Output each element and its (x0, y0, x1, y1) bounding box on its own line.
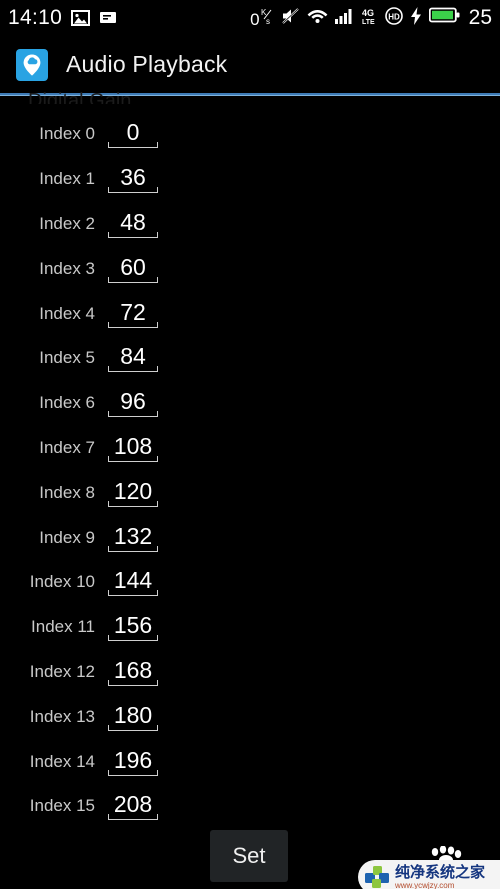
index-row-label: Index 6 (39, 393, 95, 413)
message-icon (99, 11, 117, 25)
input-underline (108, 545, 158, 552)
index-value-input[interactable]: 84 (108, 344, 158, 373)
input-underline (108, 635, 158, 642)
input-underline (108, 321, 158, 328)
index-row-label: Index 13 (29, 706, 95, 726)
index-row: Index 3 60 (0, 246, 500, 291)
input-underline (108, 679, 158, 686)
index-row: Index 8 120 (0, 470, 500, 515)
index-row-label: Index 2 (39, 213, 95, 233)
index-value-input[interactable]: 72 (108, 299, 158, 328)
index-value-input[interactable]: 36 (108, 165, 158, 194)
scrolled-section-header: Digital Gain (28, 90, 132, 104)
index-row: Index 4 72 (0, 291, 500, 336)
page-title: Audio Playback (66, 51, 228, 77)
index-row-label: Index 11 (31, 617, 95, 637)
battery-percent-label: 25 (468, 6, 492, 29)
index-value-input[interactable]: 96 (108, 389, 158, 418)
index-value-input[interactable]: 196 (108, 747, 158, 776)
network-speed-value: 0 (250, 9, 260, 29)
watermark: 纯净系统之家 www.ycwjzy.com (350, 846, 500, 889)
index-row-label: Index 5 (39, 348, 95, 368)
index-row-label: Index 14 (29, 751, 95, 771)
index-row: Index 0 0 (0, 112, 500, 157)
index-value-input[interactable]: 48 (108, 209, 158, 238)
index-row-label: Index 7 (39, 437, 95, 457)
squares-logo-icon (364, 864, 390, 889)
index-row: Index 6 96 (0, 381, 500, 426)
index-row: Index 2 48 (0, 202, 500, 247)
status-bar-right: 0 K s 4G LTE HD 25 (250, 6, 492, 30)
input-underline (108, 142, 158, 149)
wifi-icon (307, 7, 328, 29)
watermark-title: 纯净系统之家 (395, 863, 486, 881)
input-underline (108, 366, 158, 373)
index-value-input[interactable]: 144 (108, 568, 158, 597)
input-underline (108, 276, 158, 283)
watermark-text: 纯净系统之家 www.ycwjzy.com (395, 865, 485, 889)
battery-icon (428, 7, 460, 29)
status-bar-left: 14:10 (8, 6, 117, 30)
index-row-label: Index 0 (39, 124, 95, 144)
watermark-url: www.ycwjzy.com (395, 880, 455, 889)
index-row: Index 12 168 (0, 650, 500, 695)
index-row: Index 7 108 (0, 426, 500, 471)
svg-text:4G: 4G (362, 8, 374, 18)
svg-text:s: s (266, 17, 270, 25)
index-row: Index 10 144 (0, 560, 500, 605)
index-row-label: Index 12 (29, 661, 95, 681)
index-value-input[interactable]: 60 (108, 254, 158, 283)
index-row: Index 14 196 (0, 739, 500, 784)
index-value-input[interactable]: 168 (108, 657, 158, 686)
input-underline (108, 411, 158, 418)
svg-text:LTE: LTE (362, 19, 375, 25)
network-speed-unit: K s (261, 7, 274, 28)
index-row: Index 1 36 (0, 157, 500, 202)
index-value-input[interactable]: 132 (108, 523, 158, 552)
index-row-label: Index 8 (39, 482, 95, 502)
index-row-label: Index 9 (39, 527, 95, 547)
signal-bars-icon (334, 7, 355, 29)
charging-bolt-icon (410, 6, 422, 30)
input-underline (108, 455, 158, 462)
status-clock: 14:10 (8, 6, 63, 29)
input-underline (108, 814, 158, 821)
mute-icon (281, 7, 300, 30)
input-underline (108, 590, 158, 597)
cloud-pin-icon[interactable] (16, 48, 48, 81)
input-underline (108, 500, 158, 507)
input-underline (108, 769, 158, 776)
index-row-label: Index 1 (39, 169, 95, 189)
input-underline (108, 187, 158, 194)
index-row-label: Index 3 (39, 258, 95, 278)
app-action-bar: Audio Playback (0, 36, 500, 93)
watermark-pill: 纯净系统之家 www.ycwjzy.com (358, 860, 500, 889)
index-row-label: Index 10 (29, 572, 95, 592)
index-value-input[interactable]: 156 (108, 613, 158, 642)
index-row: Index 15 208 (0, 784, 500, 829)
index-row: Index 9 132 (0, 515, 500, 560)
input-underline (108, 724, 158, 731)
input-underline (108, 231, 158, 238)
index-row-label: Index 4 (39, 303, 95, 323)
index-row: Index 11 156 (0, 605, 500, 650)
set-button[interactable]: Set (210, 830, 288, 882)
gain-index-list[interactable]: Index 0 0 Index 1 36 Index 2 48 Index 3 60 Index… (0, 112, 500, 829)
index-value-input[interactable]: 0 (108, 120, 158, 149)
index-value-input[interactable]: 208 (108, 792, 158, 821)
svg-text:HD: HD (388, 12, 400, 21)
network-speed-indicator: 0 K s (250, 7, 273, 30)
hd-icon: HD (384, 6, 403, 30)
index-row: Index 5 84 (0, 336, 500, 381)
4g-lte-icon: 4G LTE (362, 7, 378, 30)
index-row: Index 13 180 (0, 694, 500, 739)
index-value-input[interactable]: 120 (108, 478, 158, 507)
status-bar[interactable]: 14:10 0 K s 4G LTE HD 25 (0, 0, 500, 36)
index-row-label: Index 15 (29, 796, 95, 816)
index-value-input[interactable]: 180 (108, 702, 158, 731)
index-value-input[interactable]: 108 (108, 433, 158, 462)
photo-icon (71, 10, 91, 26)
